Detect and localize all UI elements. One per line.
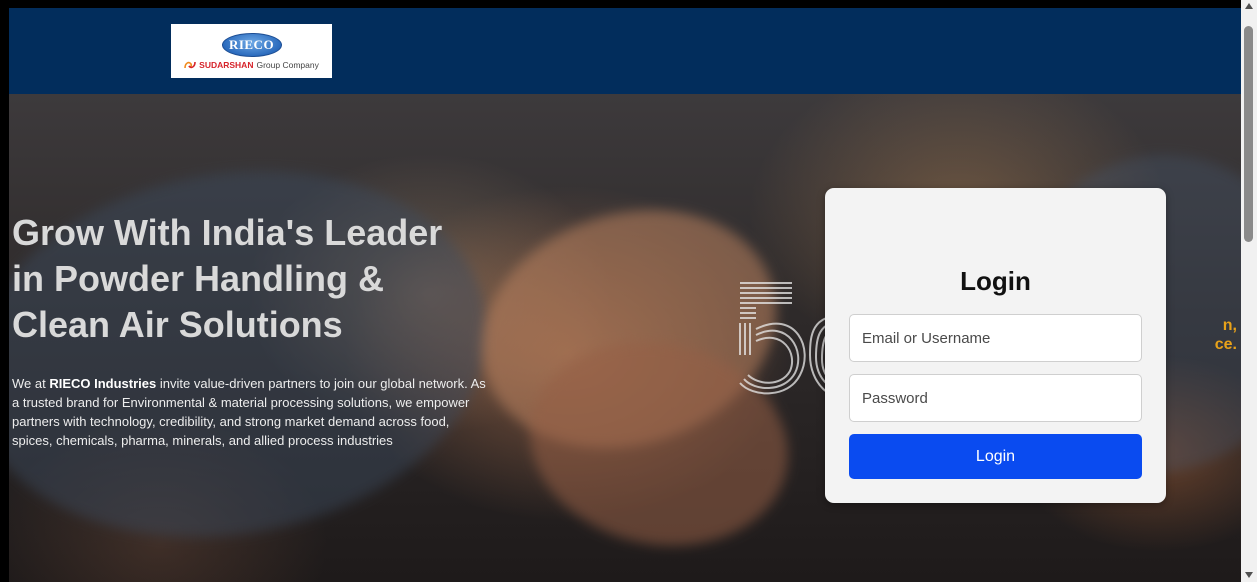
hero-company-name: RIECO Industries (49, 376, 157, 391)
browser-viewport: RIECO SUDARSHAN Group Company Grow With … (0, 0, 1257, 582)
scroll-down-arrow-icon[interactable] (1245, 572, 1253, 578)
window-left-edge (0, 0, 9, 582)
login-card: Login Login (825, 188, 1166, 503)
hero-description-prefix: We at (12, 376, 50, 391)
hero-cut-off-line-2: ce. (1214, 336, 1237, 353)
background-sleeve-left (0, 131, 517, 577)
rieco-mark: RIECO (221, 32, 282, 57)
logo-brand-text: SUDARSHAN (199, 59, 254, 70)
sudarshan-swirl-icon (184, 61, 196, 68)
username-input[interactable] (849, 314, 1142, 362)
scroll-up-arrow-icon[interactable] (1245, 3, 1253, 9)
site-header: RIECO SUDARSHAN Group Company (9, 8, 1241, 94)
hero-cut-off-line-1: n, (1222, 317, 1237, 334)
hero-heading-line-1: Grow With India's Leader (12, 212, 443, 253)
password-input[interactable] (849, 374, 1142, 422)
logo-group-text: Group Company (256, 59, 319, 70)
rieco-logo[interactable]: RIECO SUDARSHAN Group Company (171, 24, 332, 78)
hero-heading-line-2: in Powder Handling & (12, 258, 385, 299)
logo-tagline: SUDARSHAN Group Company (184, 60, 319, 70)
login-button[interactable]: Login (849, 434, 1142, 479)
vertical-scrollbar[interactable] (1241, 0, 1257, 582)
hero-description: We at RIECO Industries invite value-driv… (12, 374, 487, 450)
scrollbar-thumb[interactable] (1244, 26, 1253, 242)
login-title: Login (960, 266, 1031, 296)
hero-cut-off-text: n, ce. (1167, 316, 1237, 354)
hero-heading-line-3: Clean Air Solutions (12, 304, 343, 345)
hero-heading: Grow With India's Leader in Powder Handl… (12, 210, 532, 348)
window-top-edge (0, 0, 1257, 8)
